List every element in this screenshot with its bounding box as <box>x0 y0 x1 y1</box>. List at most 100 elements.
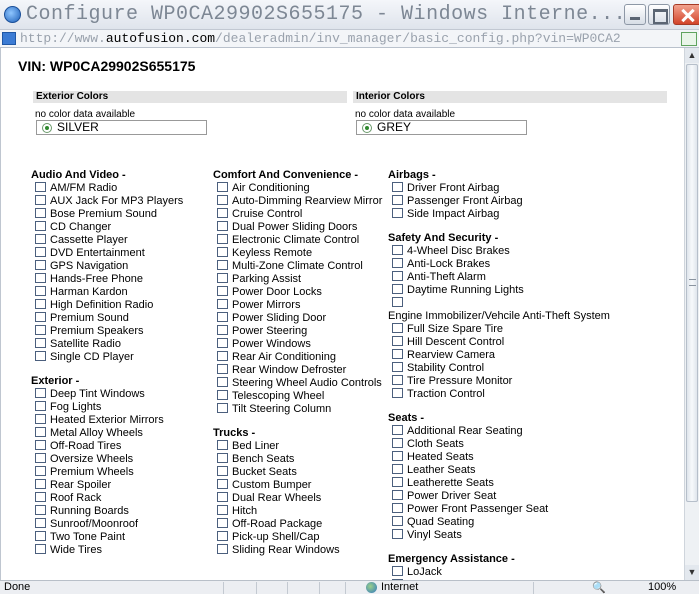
feature-checkbox[interactable] <box>217 453 228 463</box>
feature-checkbox[interactable] <box>35 518 46 528</box>
address-bar[interactable]: http://www.autofusion.com/dealeradmin/in… <box>0 30 699 48</box>
feature-checkbox[interactable] <box>217 312 228 322</box>
feature-option[interactable]: Oversize Wheels <box>31 453 209 466</box>
feature-option[interactable]: Rear Spoiler <box>31 479 209 492</box>
feature-checkbox[interactable] <box>35 531 46 541</box>
feature-checkbox[interactable] <box>35 195 46 205</box>
feature-option[interactable]: Off-Road Package <box>213 518 385 531</box>
feature-checkbox[interactable] <box>217 351 228 361</box>
feature-option[interactable]: Cruise Control <box>213 208 385 221</box>
feature-checkbox[interactable] <box>35 505 46 515</box>
feature-checkbox[interactable] <box>35 388 46 398</box>
feature-option[interactable]: Tire Pressure Monitor <box>388 375 628 388</box>
feature-option[interactable]: Steering Wheel Audio Controls <box>213 377 385 390</box>
feature-checkbox[interactable] <box>217 286 228 296</box>
feature-option[interactable]: Dual Rear Wheels <box>213 492 385 505</box>
feature-option[interactable]: Harman Kardon <box>31 286 209 299</box>
feature-option[interactable]: Fog Lights <box>31 401 209 414</box>
feature-option[interactable]: Cloth Seats <box>388 438 628 451</box>
feature-option[interactable]: Cassette Player <box>31 234 209 247</box>
feature-option[interactable]: AUX Jack For MP3 Players <box>31 195 209 208</box>
feature-checkbox[interactable] <box>217 208 228 218</box>
feature-checkbox[interactable] <box>392 336 403 346</box>
zoom-level[interactable]: 100% <box>648 581 676 593</box>
feature-checkbox[interactable] <box>35 286 46 296</box>
feature-option[interactable]: Daytime Running Lights <box>388 284 628 297</box>
feature-option[interactable]: Sliding Rear Windows <box>213 544 385 557</box>
feature-option[interactable]: Bose Premium Sound <box>31 208 209 221</box>
feature-option[interactable]: Power Sliding Door <box>213 312 385 325</box>
feature-option[interactable]: GPS Navigation <box>31 260 209 273</box>
feature-option[interactable]: Electronic Climate Control <box>213 234 385 247</box>
maximize-button[interactable] <box>648 4 670 25</box>
feature-option[interactable]: Full Size Spare Tire <box>388 323 628 336</box>
feature-checkbox[interactable] <box>392 284 403 294</box>
feature-option[interactable]: LoJack <box>388 566 628 579</box>
vertical-scrollbar[interactable]: ▲ ▼ <box>684 48 699 580</box>
feature-option[interactable]: Roof Rack <box>31 492 209 505</box>
feature-option[interactable]: Deep Tint Windows <box>31 388 209 401</box>
feature-checkbox[interactable] <box>35 338 46 348</box>
feature-option[interactable]: Heated Seats <box>388 451 628 464</box>
feature-checkbox[interactable] <box>35 273 46 283</box>
feature-option[interactable]: Single CD Player <box>31 351 209 364</box>
feature-checkbox[interactable] <box>217 273 228 283</box>
feature-checkbox[interactable] <box>35 182 46 192</box>
feature-option[interactable]: Power Door Locks <box>213 286 385 299</box>
feature-option[interactable]: Power Front Passenger Seat <box>388 503 628 516</box>
feature-checkbox[interactable] <box>392 464 403 474</box>
feature-checkbox[interactable] <box>392 477 403 487</box>
feature-checkbox[interactable] <box>35 401 46 411</box>
feature-checkbox[interactable] <box>217 403 228 413</box>
feature-option[interactable]: Pick-up Shell/Cap <box>213 531 385 544</box>
feature-option[interactable]: Rear Window Defroster <box>213 364 385 377</box>
feature-checkbox[interactable] <box>35 260 46 270</box>
feature-option[interactable]: Heated Exterior Mirrors <box>31 414 209 427</box>
feature-checkbox[interactable] <box>392 451 403 461</box>
feature-checkbox[interactable] <box>35 221 46 231</box>
feature-checkbox[interactable] <box>392 438 403 448</box>
feature-option[interactable]: Premium Wheels <box>31 466 209 479</box>
feature-checkbox[interactable] <box>35 492 46 502</box>
feature-option[interactable]: Vinyl Seats <box>388 529 628 542</box>
feature-checkbox[interactable] <box>392 208 403 218</box>
exterior-color-option[interactable]: SILVER <box>36 120 207 135</box>
url-text[interactable]: http://www.autofusion.com/dealeradmin/in… <box>20 31 678 46</box>
feature-checkbox[interactable] <box>392 566 403 576</box>
feature-option[interactable]: Anti-Lock Brakes <box>388 258 628 271</box>
feature-checkbox[interactable] <box>217 338 228 348</box>
feature-option[interactable]: Anti-Theft Alarm <box>388 271 628 284</box>
feature-checkbox[interactable] <box>392 271 403 281</box>
feature-option[interactable]: Auto-Dimming Rearview Mirror <box>213 195 385 208</box>
feature-option[interactable]: Metal Alloy Wheels <box>31 427 209 440</box>
feature-option[interactable]: Keyless Remote <box>213 247 385 260</box>
feature-option[interactable]: 4-Wheel Disc Brakes <box>388 245 628 258</box>
magnifier-icon[interactable]: 🔍 <box>592 581 606 594</box>
feature-checkbox[interactable] <box>217 325 228 335</box>
feature-checkbox[interactable] <box>35 351 46 361</box>
feature-checkbox[interactable] <box>35 453 46 463</box>
feature-option[interactable]: High Definition Radio <box>31 299 209 312</box>
feature-option[interactable]: Power Driver Seat <box>388 490 628 503</box>
feature-option[interactable]: Rear Air Conditioning <box>213 351 385 364</box>
feature-option[interactable]: Power Windows <box>213 338 385 351</box>
feature-checkbox[interactable] <box>35 312 46 322</box>
feature-option[interactable]: Hands-Free Phone <box>31 273 209 286</box>
feature-checkbox[interactable] <box>217 247 228 257</box>
feature-option[interactable]: Satellite Radio <box>31 338 209 351</box>
feature-option[interactable]: Parking Assist <box>213 273 385 286</box>
go-icon[interactable] <box>681 32 697 46</box>
feature-checkbox[interactable] <box>392 297 403 307</box>
feature-checkbox[interactable] <box>392 258 403 268</box>
radio-selected-icon[interactable] <box>42 123 52 133</box>
radio-selected-icon[interactable] <box>362 123 372 133</box>
feature-option[interactable]: Bucket Seats <box>213 466 385 479</box>
feature-checkbox[interactable] <box>217 544 228 554</box>
feature-option[interactable]: Engine Immobilizer/Vehcile Anti-Theft Sy… <box>388 297 628 323</box>
feature-option[interactable]: Dual Power Sliding Doors <box>213 221 385 234</box>
feature-checkbox[interactable] <box>35 440 46 450</box>
feature-option[interactable]: Multi-Zone Climate Control <box>213 260 385 273</box>
feature-option[interactable]: Stability Control <box>388 362 628 375</box>
feature-option[interactable]: Air Conditioning <box>213 182 385 195</box>
feature-checkbox[interactable] <box>217 234 228 244</box>
